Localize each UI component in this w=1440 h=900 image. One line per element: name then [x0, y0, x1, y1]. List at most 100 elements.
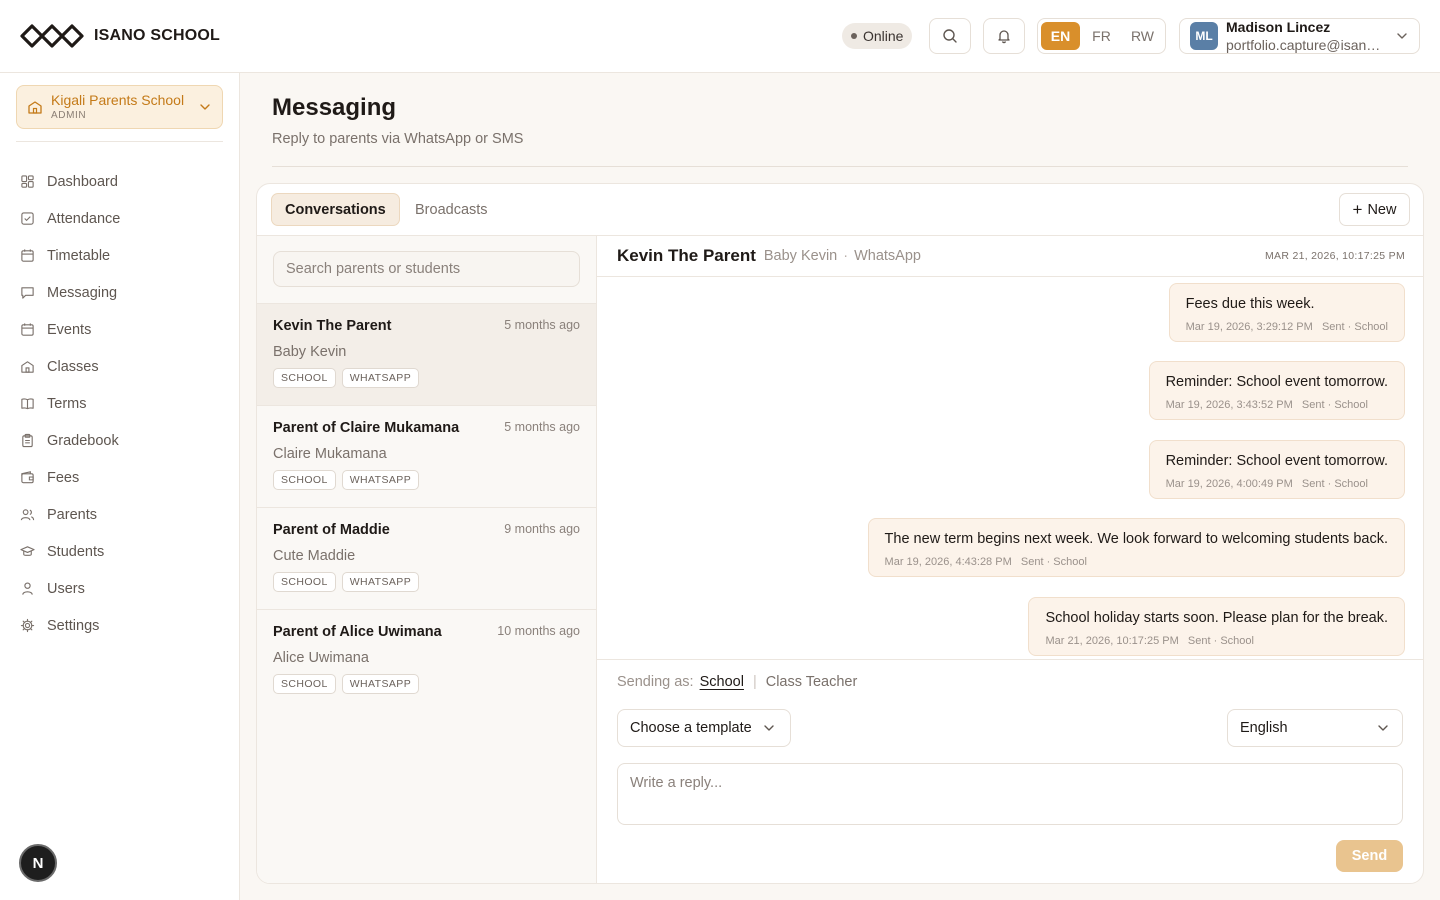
conversation-time: 5 months ago	[504, 318, 580, 332]
school-info: Kigali Parents School ADMIN	[51, 93, 190, 121]
user-menu[interactable]: ML Madison Lincez portfolio.capture@isan…	[1179, 18, 1420, 54]
chat-contact-name: Kevin The Parent	[617, 246, 756, 265]
sidebar-item-label: Students	[47, 543, 105, 560]
conversation-item[interactable]: Parent of Claire Mukamana 5 months ago C…	[257, 406, 596, 508]
search-input[interactable]	[273, 251, 580, 287]
reply-composer: Sending as: School | Class Teacher Choos…	[597, 659, 1423, 883]
message-time: Mar 19, 2026, 3:29:12 PM	[1185, 321, 1313, 333]
tag-badge: WHATSAPP	[341, 674, 420, 694]
avatar: ML	[1190, 22, 1218, 50]
conversation-tags: SCHOOL WHATSAPP	[273, 368, 580, 388]
conversation-item[interactable]: Kevin The Parent 5 months ago Baby Kevin…	[257, 304, 596, 406]
message-time: Mar 21, 2026, 10:17:25 PM	[1045, 635, 1179, 647]
page-title: Messaging	[272, 94, 397, 121]
chevron-down-icon	[764, 725, 774, 731]
sidebar-item-classes[interactable]: Classes	[0, 348, 240, 385]
conversation-tags: SCHOOL WHATSAPP	[273, 470, 580, 490]
sidebar-item-dashboard[interactable]: Dashboard	[0, 163, 240, 200]
graduation-cap-icon	[20, 546, 35, 556]
calendar-icon	[21, 249, 34, 262]
send-button[interactable]: Send	[1336, 840, 1403, 872]
conversation-item[interactable]: Parent of Alice Uwimana 10 months ago Al…	[257, 610, 596, 712]
chat-pane: Kevin The Parent Baby Kevin · WhatsApp M…	[597, 236, 1423, 883]
sidebar-item-label: Events	[47, 321, 92, 338]
sidebar-item-attendance[interactable]: Attendance	[0, 200, 240, 237]
language-value: English	[1240, 720, 1288, 736]
sidebar-item-timetable[interactable]: Timetable	[0, 237, 240, 274]
sidebar-item-label: Settings	[47, 617, 100, 634]
conversation-time: 10 months ago	[497, 624, 580, 638]
message-text: School holiday starts soon. Please plan …	[1045, 610, 1388, 626]
language-switcher: EN FR RW	[1037, 18, 1166, 54]
reply-textarea[interactable]	[617, 763, 1403, 825]
brand-name: ISANO SCHOOL	[94, 27, 220, 44]
sending-as-label: Sending as:	[617, 674, 694, 690]
status-label: Online	[863, 28, 904, 44]
sidebar-item-terms[interactable]: Terms	[0, 385, 240, 422]
message-meta: Mar 19, 2026, 3:43:52 PM Sent · School	[1166, 399, 1388, 411]
check-square-icon	[21, 212, 34, 225]
sidebar-item-messaging[interactable]: Messaging	[0, 274, 240, 311]
notifications-button[interactable]	[983, 18, 1025, 54]
sidebar-item-settings[interactable]: Settings	[0, 607, 240, 644]
tag-badge: SCHOOL	[273, 470, 336, 490]
conversation-time: 5 months ago	[504, 420, 580, 434]
sidebar-nav: Dashboard Attendance Timetable Messaging…	[0, 163, 240, 644]
plus-icon: +	[1352, 200, 1363, 219]
conversation-tags: SCHOOL WHATSAPP	[273, 674, 580, 694]
user-name: Madison Lincez	[1226, 18, 1331, 35]
sidebar-item-label: Fees	[47, 469, 80, 486]
conversation-list: Kevin The Parent 5 months ago Baby Kevin…	[257, 236, 597, 883]
separator-dot: ·	[843, 248, 849, 264]
sidebar-item-label: Users	[47, 580, 85, 597]
message-status: Sent · School	[1301, 478, 1368, 490]
sidebar-item-fees[interactable]: Fees	[0, 459, 240, 496]
sidebar-item-label: Terms	[47, 395, 87, 412]
book-icon	[21, 398, 34, 410]
message-time: Mar 19, 2026, 3:43:52 PM	[1165, 399, 1293, 411]
sidebar-item-users[interactable]: Users	[0, 570, 240, 607]
message-time: Mar 19, 2026, 4:00:49 PM	[1165, 478, 1293, 490]
sender-divider: |	[752, 674, 757, 690]
tab-conversations[interactable]: Conversations	[271, 193, 400, 226]
sidebar-item-events[interactable]: Events	[0, 311, 240, 348]
sidebar-divider	[16, 141, 223, 142]
dashboard-icon	[21, 175, 34, 188]
lang-rw-button[interactable]: RW	[1123, 22, 1162, 50]
chevron-down-icon	[1378, 725, 1388, 731]
message-status: Sent · School	[1020, 556, 1087, 568]
wallet-icon	[21, 471, 34, 484]
message-bubble: The new term begins next week. We look f…	[867, 518, 1405, 577]
template-dropdown[interactable]: Choose a template	[617, 709, 791, 747]
new-conversation-button[interactable]: + New	[1339, 193, 1410, 226]
floating-action-button[interactable]: N	[19, 844, 57, 882]
top-bar: ISANO SCHOOL Online EN FR RW ML Madison …	[0, 0, 1440, 73]
sender-option-school[interactable]: School	[700, 674, 744, 690]
brand-logo[interactable]: ISANO SCHOOL	[20, 20, 220, 52]
message-icon	[21, 287, 34, 299]
tab-broadcasts[interactable]: Broadcasts	[402, 193, 501, 226]
tag-badge: WHATSAPP	[341, 572, 420, 592]
lang-fr-button[interactable]: FR	[1082, 22, 1121, 50]
online-status-badge: Online	[842, 23, 913, 49]
search-button[interactable]	[929, 18, 971, 54]
tag-badge: SCHOOL	[273, 674, 336, 694]
conversation-item[interactable]: Parent of Maddie 9 months ago Cute Maddi…	[257, 508, 596, 610]
logo-icon	[20, 24, 84, 48]
message-status: Sent · School	[1321, 321, 1388, 333]
sender-option-class-teacher[interactable]: Class Teacher	[766, 674, 858, 690]
tag-badge: SCHOOL	[273, 572, 336, 592]
lang-en-button[interactable]: EN	[1041, 22, 1080, 50]
tag-badge: WHATSAPP	[341, 470, 420, 490]
message-bubble: School holiday starts soon. Please plan …	[1028, 597, 1405, 656]
message-meta: Mar 19, 2026, 4:43:28 PM Sent · School	[885, 556, 1388, 568]
building-icon	[21, 361, 34, 373]
sidebar-item-gradebook[interactable]: Gradebook	[0, 422, 240, 459]
users-icon	[20, 509, 35, 521]
sidebar-item-students[interactable]: Students	[0, 533, 240, 570]
sidebar-item-label: Dashboard	[47, 173, 118, 190]
sidebar-item-parents[interactable]: Parents	[0, 496, 240, 533]
language-dropdown[interactable]: English	[1227, 709, 1403, 747]
chevron-down-icon	[200, 104, 210, 110]
school-selector[interactable]: Kigali Parents School ADMIN	[16, 85, 223, 129]
